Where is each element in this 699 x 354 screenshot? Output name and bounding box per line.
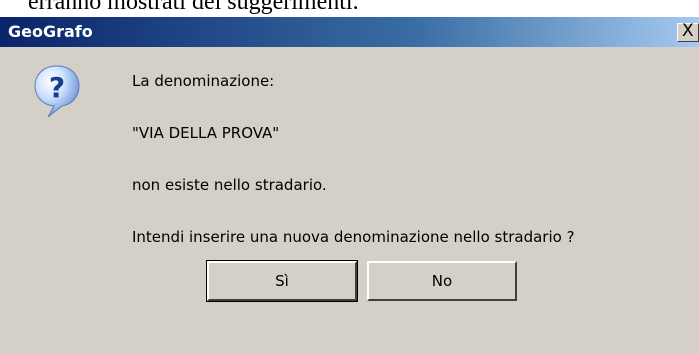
message-line-2: "VIA DELLA PROVA": [132, 124, 280, 142]
question-icon: ?: [34, 65, 80, 118]
message-line-4: Intendi inserire una nuova denominazione…: [132, 228, 575, 246]
dialog-title: GeoGrafo: [8, 22, 93, 41]
message-dialog: GeoGrafo X ? La denominazione: "VIA DELL…: [0, 17, 699, 354]
message-line-3: non esiste nello stradario.: [132, 176, 327, 194]
close-icon: X: [682, 21, 694, 41]
dialog-titlebar[interactable]: GeoGrafo: [0, 17, 699, 47]
background-document-text: erranno mostrati dei suggerimenti.: [28, 0, 359, 15]
svg-text:?: ?: [49, 71, 65, 104]
no-button[interactable]: No: [367, 261, 517, 301]
message-line-1: La denominazione:: [132, 72, 275, 90]
yes-button[interactable]: Sì: [206, 260, 358, 302]
close-button[interactable]: X: [677, 21, 699, 42]
